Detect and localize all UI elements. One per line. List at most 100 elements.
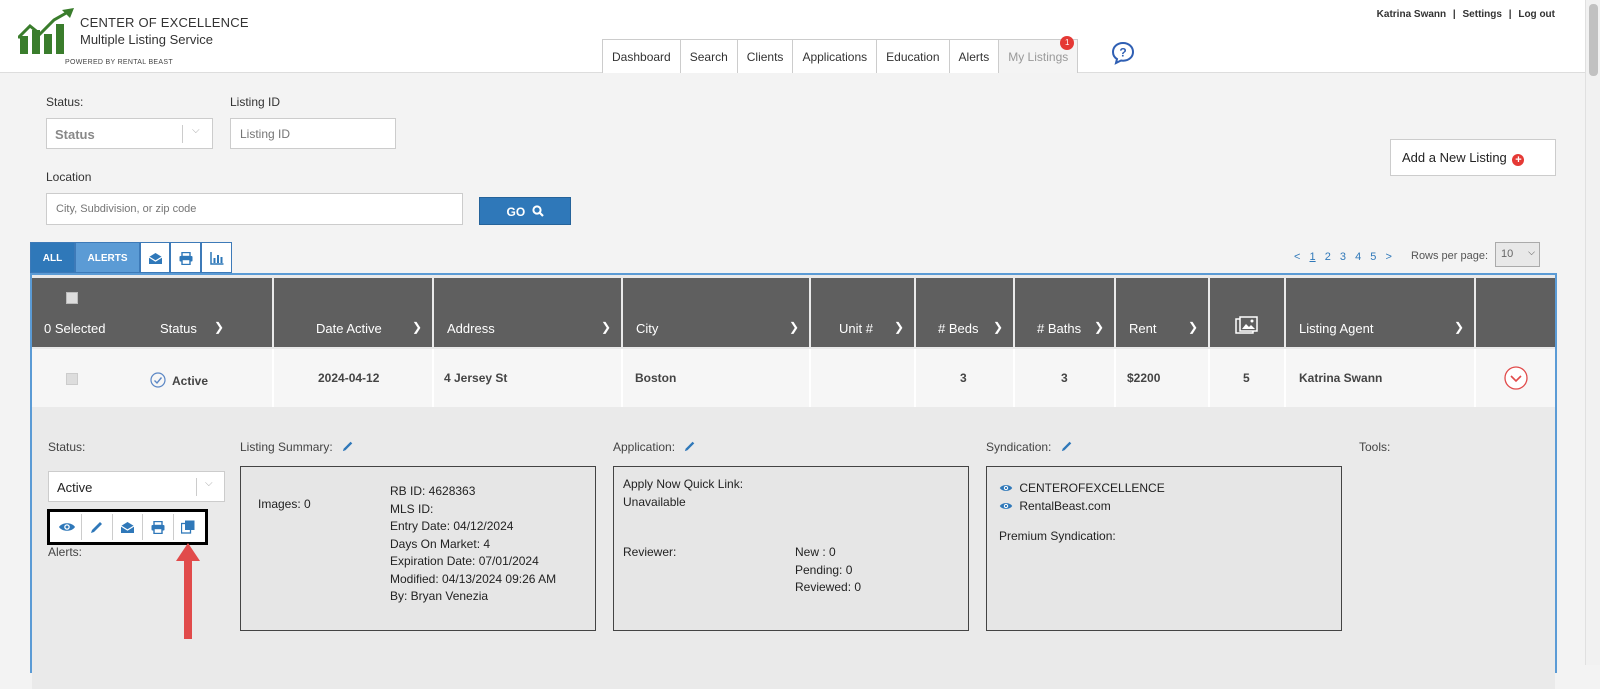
- column-header-status[interactable]: Status: [160, 321, 197, 336]
- tab-alerts[interactable]: Alerts: [948, 39, 1000, 73]
- view-listing-button[interactable]: [52, 514, 83, 540]
- tab-education[interactable]: Education: [876, 39, 950, 73]
- table-row[interactable]: Active 2024-04-12 4 Jersey St Boston 3 3…: [32, 349, 1555, 407]
- syndication-label: Syndication:: [986, 440, 1073, 454]
- filter-alerts-button[interactable]: ALERTS: [75, 242, 140, 273]
- quick-link-label: Apply Now Quick Link:: [623, 477, 744, 491]
- brand-powered-by: POWERED BY RENTAL BEAST: [65, 59, 173, 66]
- column-header-unit: Unit #: [839, 321, 873, 336]
- chevron-down-icon: ❯: [411, 320, 422, 334]
- user-name-link[interactable]: Katrina Swann: [1377, 9, 1446, 20]
- go-search-button[interactable]: GO: [479, 197, 571, 225]
- tab-my-listings[interactable]: My Listings 1: [998, 36, 1079, 73]
- report-button[interactable]: [201, 242, 232, 273]
- logout-link[interactable]: Log out: [1518, 9, 1555, 20]
- pager-page-4[interactable]: 4: [1355, 251, 1361, 263]
- tab-dashboard[interactable]: Dashboard: [602, 39, 681, 73]
- summary-rb-id: RB ID: 4628363: [390, 484, 476, 498]
- listing-id-input[interactable]: [230, 118, 396, 149]
- syndication-box: CENTEROFEXCELLENCE RentalBeast.com Premi…: [986, 466, 1342, 631]
- cell-rent: $2200: [1116, 349, 1210, 407]
- column-unit[interactable]: Unit # ❯: [811, 278, 914, 347]
- applications-reviewed: Reviewed: 0: [795, 580, 862, 594]
- column-baths[interactable]: # Baths ❯: [1015, 278, 1114, 347]
- detail-alerts-label: Alerts:: [48, 545, 83, 559]
- summary-days-on-market: Days On Market: 4: [390, 536, 491, 551]
- print-button[interactable]: [170, 242, 201, 273]
- pager-prev-link[interactable]: <: [1294, 251, 1300, 263]
- chevron-down-icon: ❯: [788, 320, 799, 334]
- column-beds[interactable]: # Beds ❯: [916, 278, 1013, 347]
- application-box: Apply Now Quick Link: Unavailable Review…: [613, 466, 969, 631]
- scrollbar-thumb[interactable]: [1589, 4, 1598, 76]
- edit-listing-button[interactable]: [82, 514, 113, 540]
- column-header-address: Address: [447, 321, 495, 336]
- column-date-active[interactable]: Date Active ❯: [274, 278, 432, 347]
- settings-link[interactable]: Settings: [1463, 9, 1502, 20]
- chevron-down-icon[interactable]: ❯: [214, 320, 224, 334]
- help-icon[interactable]: ?: [1111, 41, 1135, 65]
- column-header-date-active: Date Active: [316, 321, 382, 336]
- add-new-listing-button[interactable]: Add a New Listing +: [1390, 139, 1556, 176]
- detail-status-value: Active: [57, 480, 93, 495]
- search-icon: [531, 205, 544, 217]
- row-checkbox[interactable]: [66, 373, 78, 385]
- summary-mls-id: MLS ID:: [390, 501, 434, 516]
- select-all-checkbox[interactable]: [66, 292, 78, 304]
- pager-page-3[interactable]: 3: [1340, 251, 1346, 263]
- applications-pending: Pending: 0: [795, 562, 853, 577]
- detail-status-select[interactable]: Active ⌵: [48, 471, 225, 502]
- column-city[interactable]: City ❯: [623, 278, 809, 347]
- listing-beds: 3: [960, 371, 967, 385]
- pager-page-5[interactable]: 5: [1370, 251, 1376, 263]
- page-scrollbar[interactable]: [1585, 0, 1600, 665]
- expand-chevron-icon[interactable]: [1504, 366, 1528, 390]
- column-actions: [1476, 278, 1555, 347]
- listing-address: 4 Jersey St: [444, 371, 508, 385]
- rows-per-page-select[interactable]: 10 ⌵: [1495, 242, 1540, 267]
- eye-icon: [999, 503, 1013, 509]
- chevron-down-icon: ⌵: [192, 125, 200, 136]
- nav-separator: |: [1452, 9, 1456, 20]
- reviewer-label: Reviewer:: [623, 545, 677, 559]
- tab-search[interactable]: Search: [679, 39, 738, 73]
- listing-action-toolbar: [47, 509, 208, 545]
- email-listing-button[interactable]: [113, 514, 144, 540]
- printer-icon: [179, 251, 192, 266]
- filter-all-button[interactable]: ALL: [30, 242, 75, 273]
- print-listing-button[interactable]: [143, 514, 174, 540]
- pencil-icon[interactable]: [1061, 440, 1073, 452]
- cell-beds: 3: [916, 349, 1015, 407]
- tools-label: Tools:: [1359, 440, 1391, 454]
- pager-page-1[interactable]: 1: [1310, 251, 1316, 263]
- add-listing-label: Add a New Listing: [1402, 150, 1507, 165]
- envelope-open-icon: [148, 253, 162, 264]
- svg-text:?: ?: [1119, 46, 1126, 60]
- tab-applications[interactable]: Applications: [792, 39, 878, 73]
- chevron-down-icon: ❯: [893, 320, 904, 334]
- pencil-icon[interactable]: [342, 440, 354, 452]
- pager-next-link[interactable]: >: [1385, 251, 1391, 263]
- pencil-icon[interactable]: [684, 440, 696, 452]
- summary-entry-date: Entry Date: 04/12/2024: [390, 519, 514, 533]
- chevron-down-icon: ❯: [600, 320, 611, 334]
- column-address[interactable]: Address ❯: [434, 278, 621, 347]
- copy-listing-button[interactable]: [174, 514, 203, 540]
- cell-expand: [1476, 349, 1555, 407]
- location-input[interactable]: [46, 193, 463, 225]
- column-agent[interactable]: Listing Agent ❯: [1286, 278, 1474, 347]
- syndication-site-1-name: CENTEROFEXCELLENCE: [1019, 481, 1165, 495]
- pager-page-2[interactable]: 2: [1325, 251, 1331, 263]
- cell-unit: [811, 349, 916, 407]
- select-divider: [182, 125, 183, 143]
- column-rent[interactable]: Rent ❯: [1116, 278, 1208, 347]
- select-divider: [196, 478, 197, 496]
- detail-status-label: Status:: [48, 440, 86, 454]
- column-images[interactable]: [1210, 278, 1284, 347]
- email-button[interactable]: [140, 242, 170, 273]
- tab-clients[interactable]: Clients: [736, 39, 794, 73]
- listing-summary-title: Listing Summary:: [240, 440, 333, 454]
- status-filter-select[interactable]: Status ⌵: [46, 118, 213, 149]
- selected-count: 0 Selected: [44, 321, 106, 336]
- eye-icon: [999, 485, 1013, 491]
